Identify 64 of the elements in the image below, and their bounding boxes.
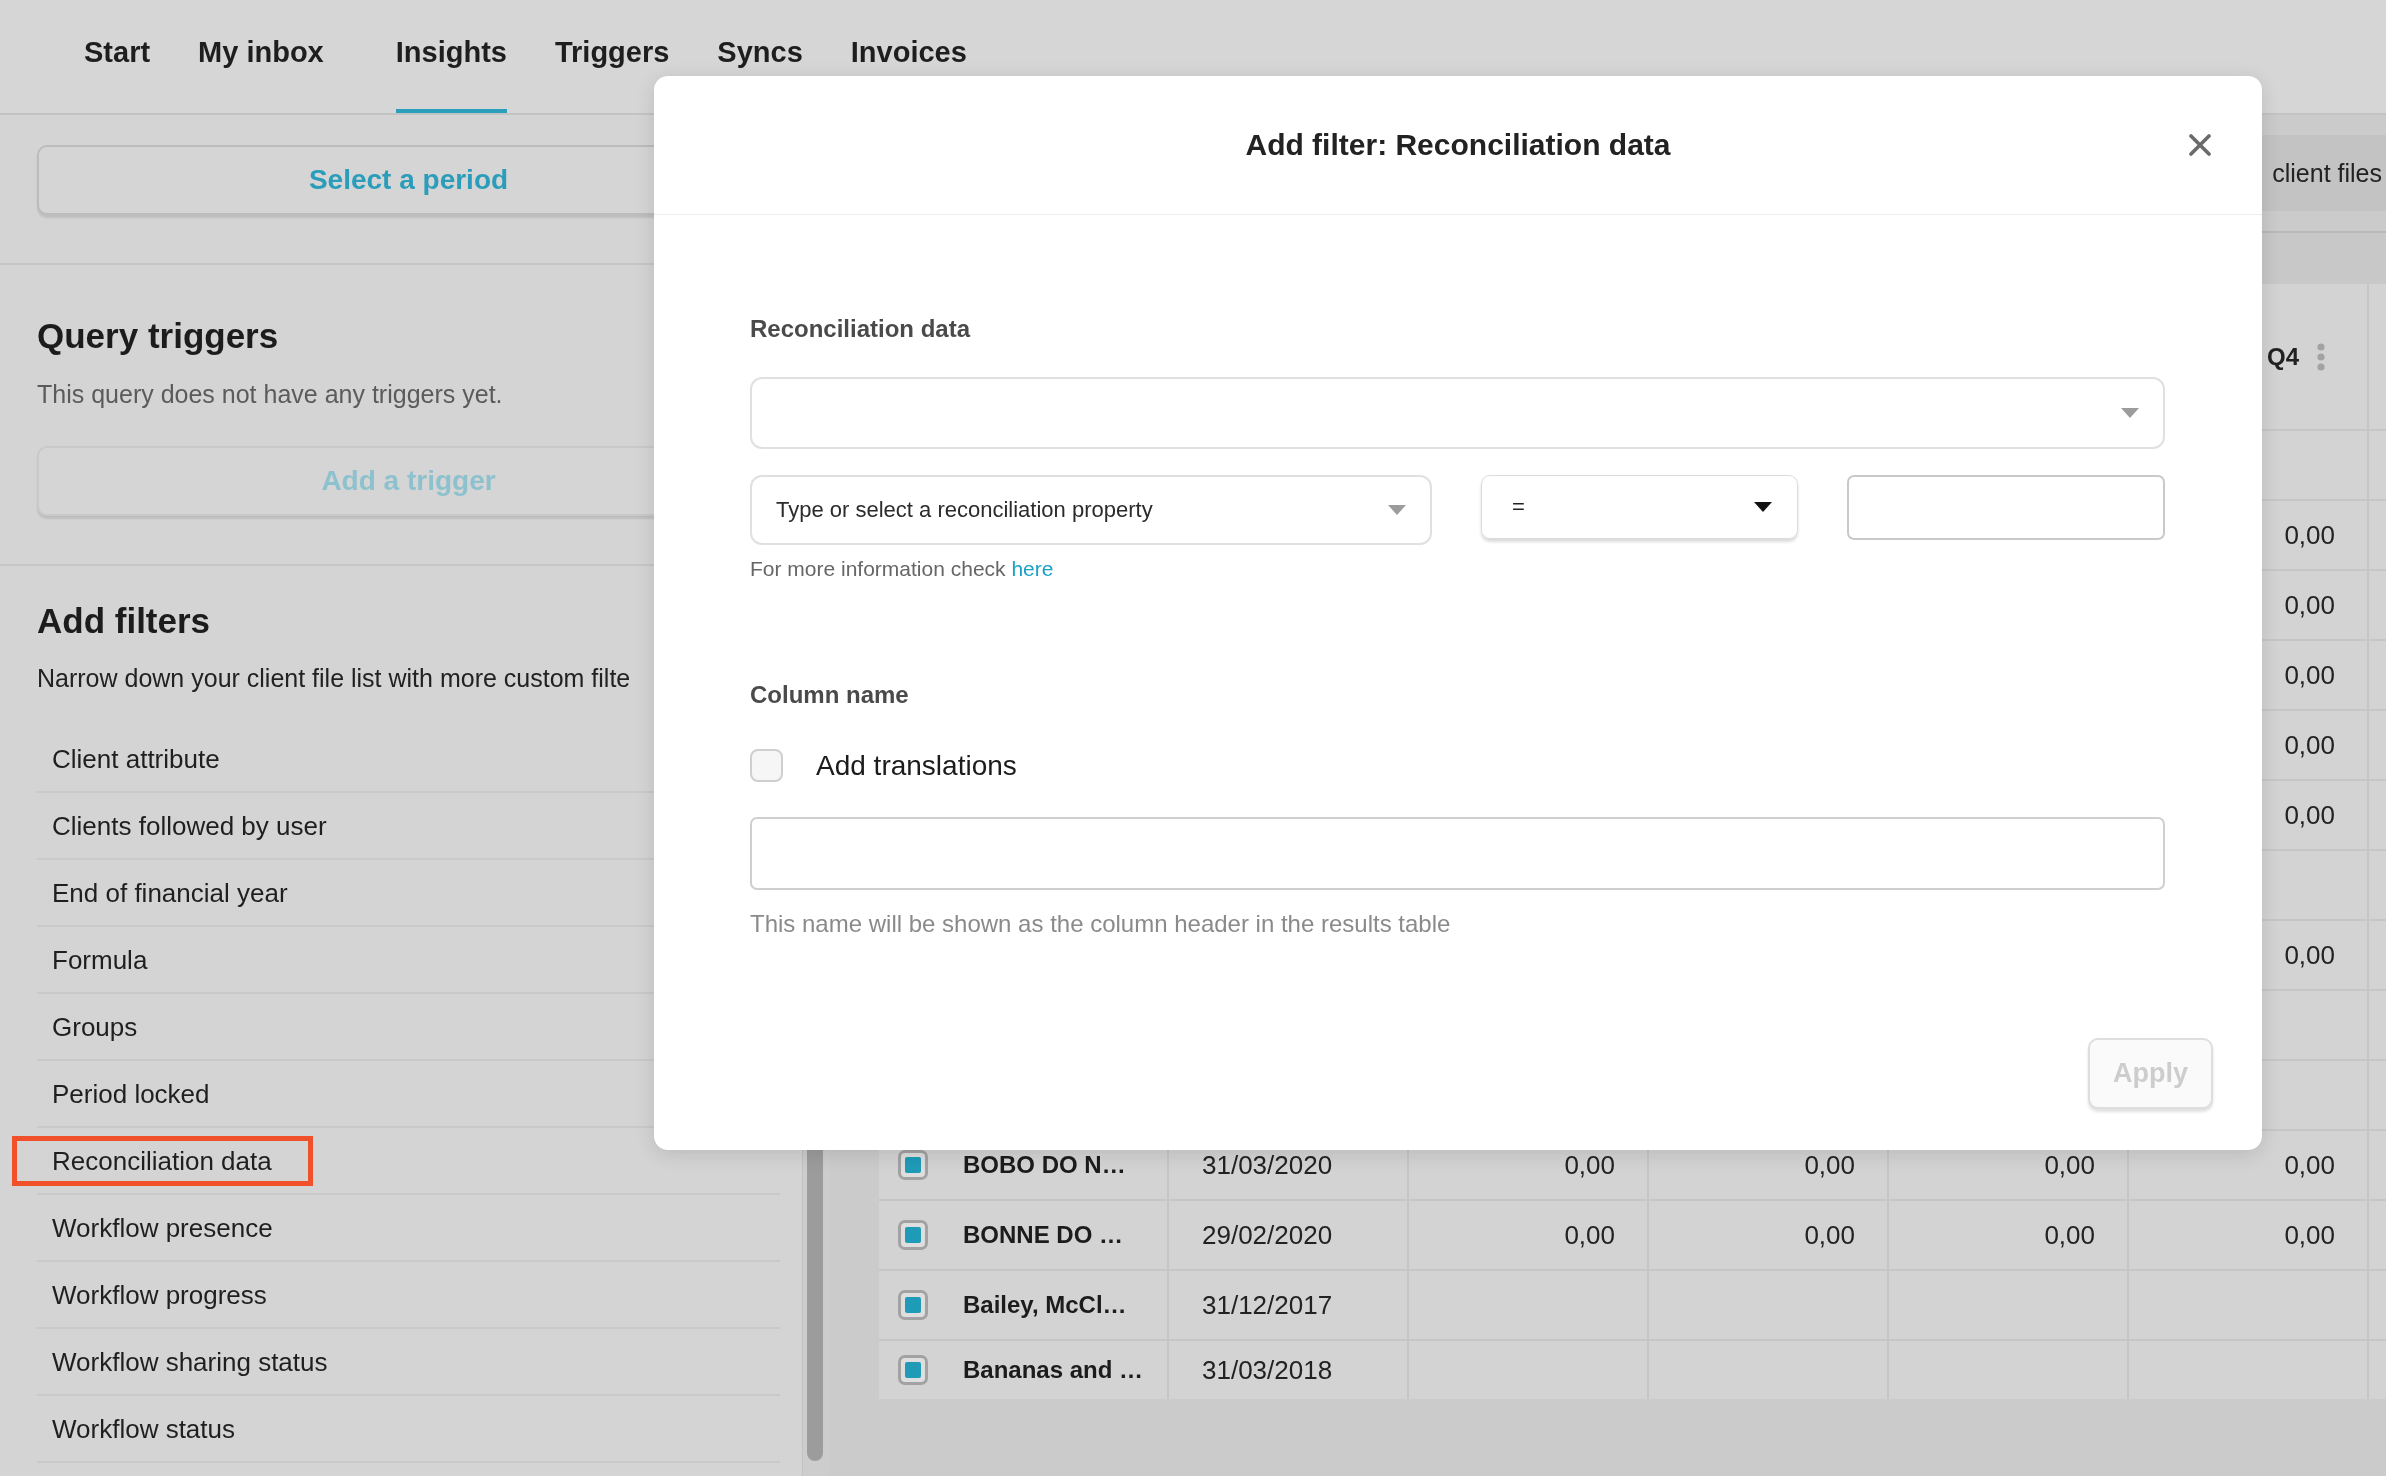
amount-text: 0,00 (2044, 1153, 2095, 1177)
filter-option[interactable]: End of financial year (52, 877, 288, 908)
property-combobox[interactable]: Type or select a reconciliation property (750, 475, 1432, 545)
date-text: 31/12/2017 (1202, 1293, 1333, 1317)
column-header: Q4 (2267, 342, 2299, 371)
operator-select[interactable]: = (1481, 475, 1798, 539)
client-name: BOBO DO N… (963, 1153, 1126, 1177)
amount-text: 0,00 (2284, 1153, 2335, 1177)
section-heading: Add filters (37, 600, 211, 642)
filter-option[interactable]: Period locked (52, 1078, 210, 1109)
filter-option[interactable]: Reconciliation data (12, 1135, 313, 1186)
amount-text: 0,00 (2284, 803, 2335, 827)
filter-option[interactable]: Client attribute (52, 743, 220, 774)
checkbox-label: Add translations (816, 748, 1017, 783)
nav-tab[interactable]: Start (84, 0, 151, 73)
section-description: This query does not have any triggers yet. (37, 379, 503, 410)
row-checkbox[interactable] (898, 1220, 928, 1250)
row-checkbox[interactable] (898, 1150, 928, 1180)
amount-text: 0,00 (1564, 1153, 1615, 1177)
section-heading: Query triggers (37, 315, 279, 357)
date-text: 31/03/2020 (1202, 1153, 1333, 1177)
amount-text: 0,00 (2284, 733, 2335, 757)
filter-option[interactable]: Workflow progress (52, 1279, 267, 1310)
filter-option[interactable]: Groups (52, 1011, 138, 1042)
amount-text: 0,00 (1804, 1223, 1855, 1247)
client-name: Bailey, McCl… (963, 1293, 1127, 1317)
reconciliation-select[interactable] (750, 377, 2165, 449)
value-input[interactable] (1847, 475, 2165, 540)
client-name: Bananas and … (963, 1358, 1144, 1382)
nav-tab[interactable]: Invoices (850, 0, 967, 73)
close-icon[interactable] (2189, 134, 2211, 156)
amount-text: 0,00 (2284, 663, 2335, 687)
nav-tab[interactable]: Triggers (554, 0, 670, 73)
amount-text: 0,00 (1564, 1223, 1615, 1247)
filter-option[interactable]: Workflow sharing status (52, 1346, 328, 1377)
translations-checkbox[interactable] (750, 749, 783, 782)
caret-icon (2121, 408, 2139, 418)
vertical-dots-icon[interactable] (2317, 342, 2325, 371)
amount-text: 0,00 (2284, 1223, 2335, 1247)
field-label: Column name (750, 680, 909, 710)
amount-text: 0,00 (2044, 1223, 2095, 1247)
row-checkbox[interactable] (898, 1290, 928, 1320)
nav-tab[interactable]: Syncs (717, 0, 803, 73)
filter-option[interactable]: Workflow status (52, 1413, 235, 1444)
amount-text: 0,00 (2284, 593, 2335, 617)
help-text: For more information check here (750, 556, 1054, 582)
caret-icon (1388, 505, 1406, 515)
section-description: Narrow down your client file list with more custom filte (37, 663, 631, 693)
nav-tab[interactable]: My inbox (198, 0, 324, 73)
filter-option[interactable]: Formula (52, 944, 148, 975)
date-text: 29/02/2020 (1202, 1223, 1333, 1247)
caret-icon (1754, 502, 1772, 512)
amount-text: 0,00 (1804, 1153, 1855, 1177)
amount-text: 0,00 (2284, 523, 2335, 547)
filter-option[interactable]: Clients followed by user (52, 810, 327, 841)
field-label: Reconciliation data (750, 314, 971, 344)
dialog-title: Add filter: Reconciliation data (1245, 127, 1671, 163)
row-checkbox[interactable] (898, 1355, 928, 1385)
amount-text: 0,00 (2284, 943, 2335, 967)
date-text: 31/03/2018 (1202, 1358, 1333, 1382)
field-hint: This name will be shown as the column header in the results table (750, 909, 1451, 939)
column-name-input[interactable] (750, 817, 2165, 890)
filter-option[interactable]: Workflow presence (52, 1212, 273, 1243)
client-name: BONNE DO … (963, 1223, 1123, 1247)
